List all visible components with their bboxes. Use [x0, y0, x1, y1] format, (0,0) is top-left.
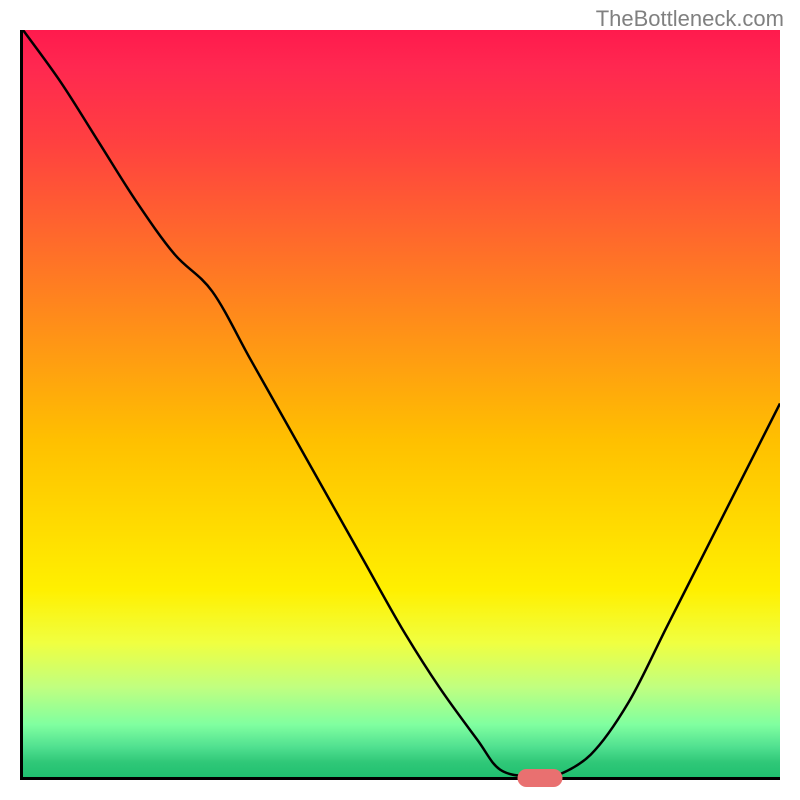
chart-container: TheBottleneck.com	[0, 0, 800, 800]
bottleneck-curve	[23, 30, 780, 777]
plot-area	[20, 30, 780, 780]
watermark-text: TheBottleneck.com	[596, 6, 784, 32]
optimal-marker	[517, 769, 562, 787]
